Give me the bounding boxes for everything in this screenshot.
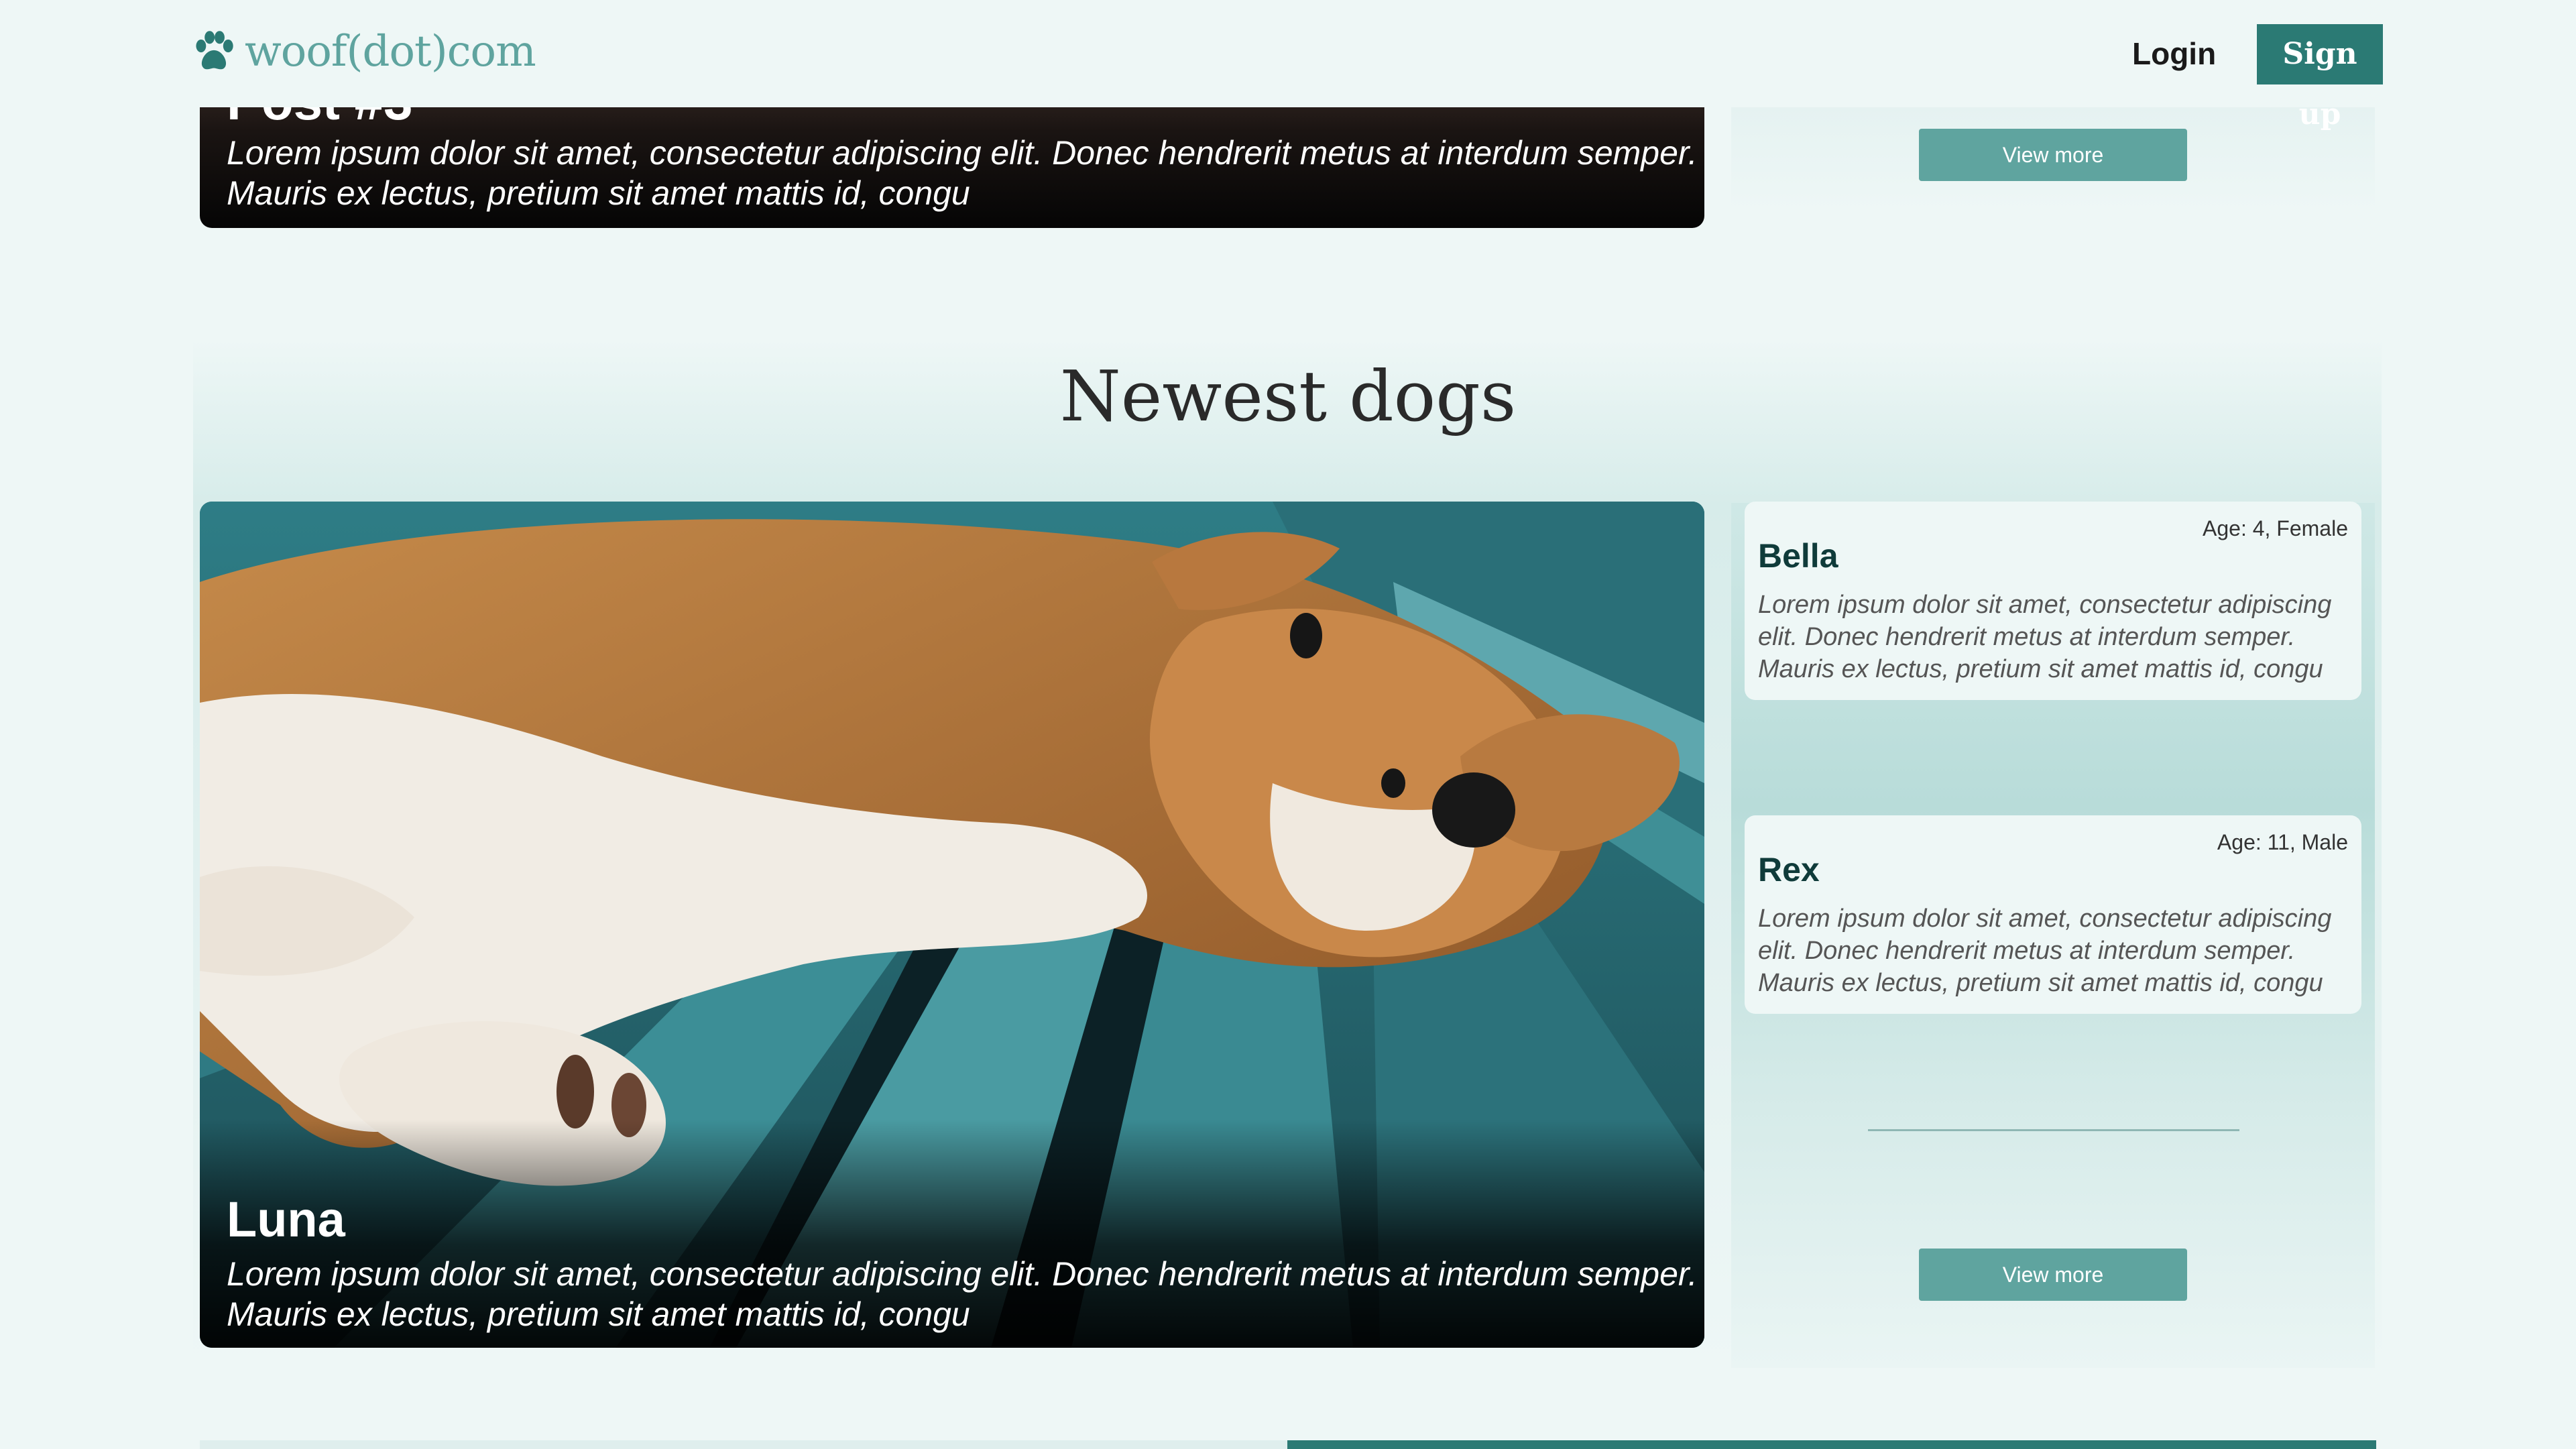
section-title: Newest dogs	[1059, 355, 1517, 437]
divider	[1868, 1129, 2239, 1131]
logo-text: woof(dot)com	[245, 27, 536, 76]
featured-dog-name: Luna	[227, 1192, 345, 1247]
view-more-posts-button[interactable]: View more	[1919, 129, 2187, 181]
next-section-edge	[200, 1440, 1287, 1449]
dog-meta: Age: 11, Male	[2217, 830, 2348, 854]
dog-description: Lorem ipsum dolor sit amet, consectetur …	[1758, 905, 2332, 997]
signup-button[interactable]: Sign up	[2257, 24, 2383, 131]
dog-description: Lorem ipsum dolor sit amet, consectetur …	[1758, 591, 2332, 683]
dog-list-item[interactable]: Age: 11, Male Rex Lorem ipsum dolor sit …	[1745, 815, 2361, 1014]
login-link[interactable]: Login	[2132, 27, 2216, 80]
dog-meta: Age: 4, Female	[2203, 516, 2348, 540]
next-section-edge-accent	[1287, 1440, 2376, 1449]
dog-name: Bella	[1758, 537, 1838, 575]
dog-name: Rex	[1758, 851, 1820, 888]
paw-icon	[196, 31, 233, 70]
logo[interactable]: woof(dot)com	[191, 27, 536, 76]
view-more-dogs-button[interactable]: View more	[1919, 1249, 2187, 1301]
dog-list-item[interactable]: Age: 4, Female Bella Lorem ipsum dolor s…	[1745, 502, 2361, 700]
post-description: Lorem ipsum dolor sit amet, consectetur …	[227, 134, 1698, 212]
site-header: woof(dot)com Login Sign up	[0, 0, 2576, 131]
featured-dog-card[interactable]: Luna Lorem ipsum dolor sit amet, consect…	[200, 502, 1704, 1348]
featured-dog-description: Lorem ipsum dolor sit amet, consectetur …	[227, 1255, 1698, 1333]
